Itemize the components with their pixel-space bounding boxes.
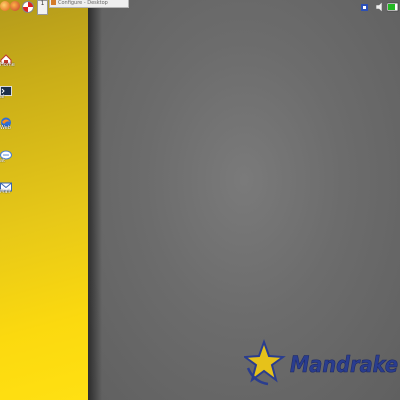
volume-tray-icon[interactable] xyxy=(376,2,386,12)
desktop-icon-label: Mail xyxy=(0,189,11,195)
pager-label: 1 xyxy=(40,0,45,7)
help-lifebuoy-icon[interactable] xyxy=(22,1,34,13)
logo-text: Mandrake xyxy=(290,353,398,378)
battery-tray-icon[interactable] xyxy=(387,2,399,12)
desktop-icon-chat[interactable]: at xyxy=(0,146,14,165)
desktop-icon-label: al xyxy=(0,94,5,100)
desktop-pager[interactable]: 1 xyxy=(37,0,48,15)
desktop-icon-home[interactable]: Home xyxy=(0,50,15,69)
desktop-icon-label: at xyxy=(0,158,6,164)
taskbar-window-button[interactable]: Configure - Desktop xyxy=(49,0,129,8)
window-icon xyxy=(51,0,56,5)
firefox-icon[interactable] xyxy=(10,1,20,11)
desktop-icon-browser[interactable]: Web xyxy=(0,113,14,132)
desktop-icon-label: Home xyxy=(0,62,15,68)
desktop-icon-mail[interactable]: Mail xyxy=(0,177,14,196)
menu-icon[interactable] xyxy=(0,1,10,11)
network-tray-icon[interactable] xyxy=(360,2,370,12)
panel-shadow xyxy=(88,0,102,400)
desktop-icon-label: Web xyxy=(0,125,11,131)
star-logo-icon xyxy=(244,339,286,386)
mandrake-logo: Mandrake xyxy=(244,339,398,386)
window-title: Configure - Desktop xyxy=(58,0,108,6)
desktop-icon-terminal[interactable]: al xyxy=(0,82,14,101)
top-taskbar: 1 Configure - Desktop xyxy=(0,0,400,15)
